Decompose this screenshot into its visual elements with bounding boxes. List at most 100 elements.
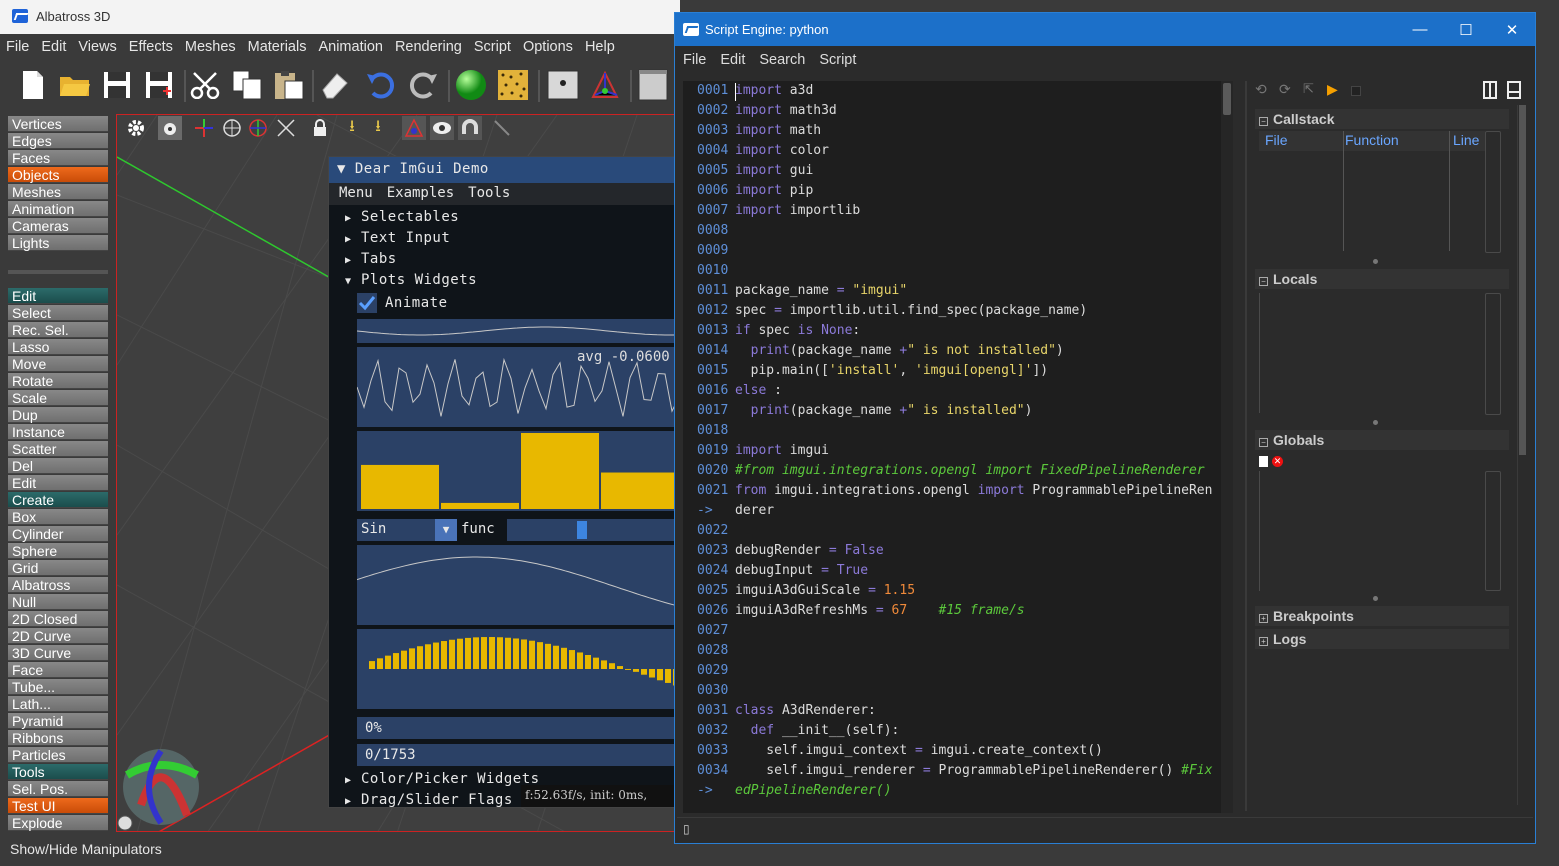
script-titlebar[interactable]: Script Engine: python — ☐ ✕	[675, 13, 1535, 46]
code-line[interactable]: import color	[735, 143, 829, 158]
debugger-scrollbar[interactable]	[1517, 105, 1527, 805]
code-line[interactable]: import importlib	[735, 203, 860, 218]
imgui-titlebar[interactable]: ▼ Dear ImGui Demo	[329, 157, 679, 183]
close-icon[interactable]: ✕	[1489, 13, 1535, 46]
globals-header[interactable]: − Globals	[1255, 430, 1509, 450]
sidebar-item-2d-curve[interactable]: 2D Curve	[8, 628, 108, 644]
texture-icon[interactable]	[496, 68, 530, 102]
sidebar-item-ribbons[interactable]: Ribbons	[8, 730, 108, 746]
run-play-icon[interactable]: ▶	[1327, 81, 1338, 98]
sidebar-item-lath[interactable]: Lath...	[8, 696, 108, 712]
sidebar-item-edit[interactable]: Edit	[8, 475, 108, 491]
code-line[interactable]: imguiA3dGuiScale = 1.15	[735, 583, 915, 598]
plot-histogram[interactable]	[357, 431, 679, 511]
sidebar-item-edges[interactable]: Edges	[8, 133, 108, 149]
sidebar-item-2d-closed[interactable]: 2D Closed	[8, 611, 108, 627]
tree-node-plots-widgets[interactable]: ▼ Plots Widgets	[345, 272, 477, 288]
sidebar-item-instance[interactable]: Instance	[8, 424, 108, 440]
code-line[interactable]: spec = importlib.util.find_spec(package_…	[735, 303, 1087, 318]
sidebar-item-face[interactable]: Face	[8, 662, 108, 678]
wand-icon[interactable]	[490, 116, 514, 140]
sidebar-item-particles[interactable]: Particles	[8, 747, 108, 763]
layout-full-icon[interactable]	[1507, 81, 1521, 99]
func-slider[interactable]	[507, 519, 679, 541]
code-line[interactable]: self.imgui_renderer = ProgrammablePipeli…	[735, 763, 1212, 778]
locals-scrollbar[interactable]	[1485, 293, 1501, 415]
expand-plus-icon[interactable]: +	[1259, 614, 1268, 623]
camera-view-icon[interactable]	[546, 68, 580, 102]
sidebar-item-create[interactable]: Create	[8, 492, 108, 508]
eye-icon[interactable]	[430, 116, 454, 140]
scale-manipulator-icon[interactable]	[274, 116, 298, 140]
code-line[interactable]: print(package_name +" is installed")	[735, 403, 1033, 418]
sidebar-item-animation[interactable]: Animation	[8, 201, 108, 217]
code-line[interactable]: class A3dRenderer:	[735, 703, 876, 718]
plot-lines-avg[interactable]: avg -0.0600	[357, 347, 679, 427]
code-line[interactable]: import math	[735, 123, 821, 138]
sidebar-item-grid[interactable]: Grid	[8, 560, 108, 576]
magnet-icon[interactable]	[458, 116, 482, 140]
open-folder-icon[interactable]	[58, 68, 92, 102]
sidebar-item-cylinder[interactable]: Cylinder	[8, 526, 108, 542]
globals-scrollbar[interactable]	[1485, 471, 1501, 591]
main-titlebar[interactable]: Albatross 3D	[0, 0, 680, 34]
sidebar-item-select[interactable]: Select	[8, 305, 108, 321]
lock-icon[interactable]	[308, 116, 332, 140]
sidebar-item-tools[interactable]: Tools	[8, 764, 108, 780]
cut-icon[interactable]	[188, 68, 222, 102]
menu-animation[interactable]: Animation	[312, 36, 388, 55]
plot-func-lines[interactable]	[357, 545, 679, 625]
sidebar-item-albatross[interactable]: Albatross	[8, 577, 108, 593]
sidebar-item-scale[interactable]: Scale	[8, 390, 108, 406]
sidebar-item-vertices[interactable]: Vertices	[8, 116, 108, 132]
undo-icon[interactable]	[364, 68, 398, 102]
imgui-menu-menu[interactable]: Menu	[339, 185, 373, 201]
new-file-icon[interactable]	[16, 68, 50, 102]
sidebar-item-meshes[interactable]: Meshes	[8, 184, 108, 200]
sidebar-divider[interactable]	[8, 270, 108, 274]
menu-materials[interactable]: Materials	[242, 36, 313, 55]
paste-icon[interactable]	[272, 68, 306, 102]
code-line[interactable]: from imgui.integrations.opengl import Pr…	[735, 483, 1212, 498]
sidebar-item-pyramid[interactable]: Pyramid	[8, 713, 108, 729]
collapse-minus-icon[interactable]: −	[1259, 117, 1268, 126]
sidebar-item-del[interactable]: Del	[8, 458, 108, 474]
sidebar-item-objects[interactable]: Objects	[8, 167, 108, 183]
maximize-icon[interactable]: ☐	[1443, 13, 1489, 46]
code-line[interactable]: debugRender = False	[735, 543, 884, 558]
world-manipulator-icon[interactable]	[246, 116, 270, 140]
code-line[interactable]: imguiA3dRefreshMs = 67 #15 frame/s	[735, 603, 1025, 618]
snap-up-icon[interactable]: ⭳	[366, 116, 390, 140]
slider-grab[interactable]	[577, 521, 587, 539]
panel-splitter[interactable]	[1245, 81, 1247, 811]
code-line[interactable]: if spec is None:	[735, 323, 860, 338]
move-manipulator-icon[interactable]	[192, 116, 216, 140]
menu-help[interactable]: Help	[579, 36, 621, 55]
sidebar-item-move[interactable]: Move	[8, 356, 108, 372]
collapse-minus-icon[interactable]: −	[1259, 277, 1268, 286]
imgui-menu-examples[interactable]: Examples	[387, 185, 454, 201]
menu-effects[interactable]: Effects	[123, 36, 179, 55]
globals-file-icon[interactable]	[1259, 456, 1268, 467]
collapse-triangle-icon[interactable]: ▼	[337, 161, 346, 177]
menu-edit[interactable]: Edit	[35, 36, 72, 55]
sidebar-item-explode[interactable]: Explode	[8, 815, 108, 831]
menu-script[interactable]: Script	[468, 36, 517, 55]
col-function[interactable]: Function	[1345, 132, 1399, 148]
breakpoints-header[interactable]: + Breakpoints	[1255, 606, 1509, 626]
tree-node-tabs[interactable]: ▶ Tabs	[345, 251, 397, 267]
code-line[interactable]: import imgui	[735, 443, 829, 458]
script-menu-script[interactable]: Script	[811, 49, 862, 68]
script-menu-file[interactable]: File	[675, 49, 712, 68]
code-line[interactable]: import gui	[735, 163, 813, 178]
stop-icon[interactable]	[1351, 86, 1361, 96]
tree-node-selectables[interactable]: ▶ Selectables	[345, 209, 459, 225]
save-icon[interactable]	[100, 68, 134, 102]
script-menu-search[interactable]: Search	[751, 49, 811, 68]
sidebar-item-rec-sel[interactable]: Rec. Sel.	[8, 322, 108, 338]
redo-icon[interactable]	[406, 68, 440, 102]
combo-arrow-icon[interactable]: ▼	[435, 519, 457, 541]
code-line[interactable]: package_name = "imgui"	[735, 283, 907, 298]
tree-node-drag-slider-flags[interactable]: ▶ Drag/Slider Flags	[345, 792, 513, 807]
sidebar-item-faces[interactable]: Faces	[8, 150, 108, 166]
